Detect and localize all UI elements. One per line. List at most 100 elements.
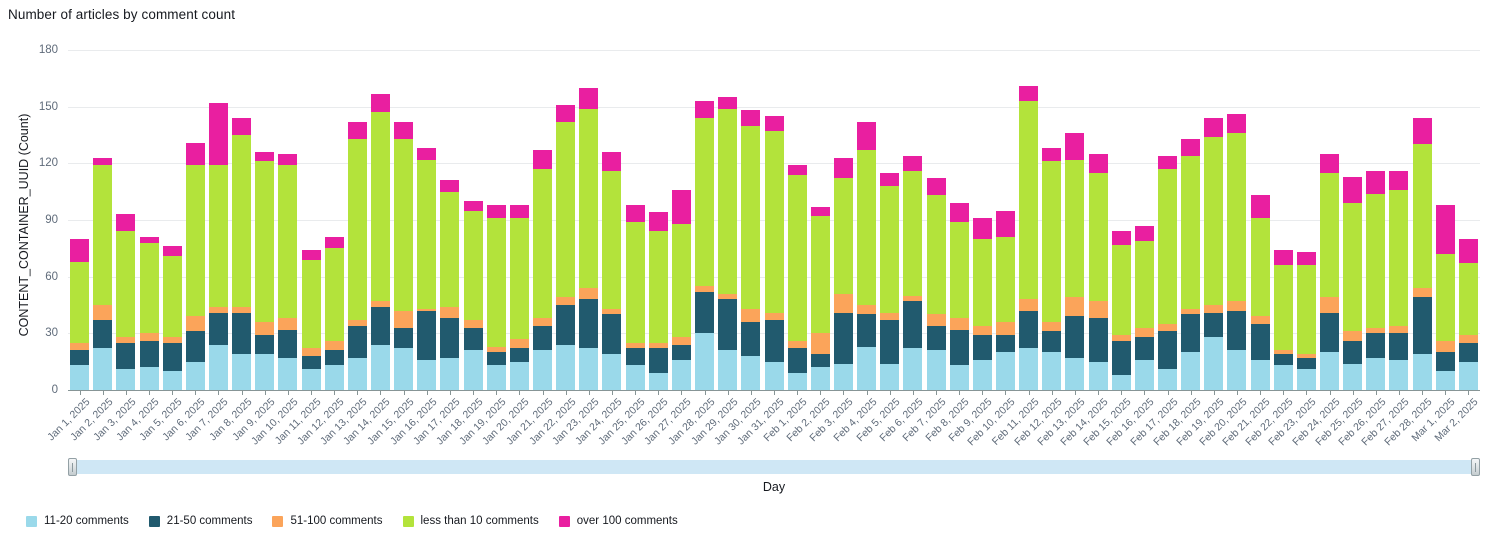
bar-segment[interactable] xyxy=(1019,310,1039,349)
bar-segment[interactable] xyxy=(1343,340,1363,364)
bar-segment[interactable] xyxy=(1389,359,1409,390)
bar-segment[interactable] xyxy=(70,261,90,343)
bar-segment[interactable] xyxy=(93,165,113,306)
bar-segment[interactable] xyxy=(833,157,853,179)
bar-segment[interactable] xyxy=(1250,359,1270,390)
bar-segment[interactable] xyxy=(810,367,830,390)
bar-segment[interactable] xyxy=(1088,361,1108,390)
bar-segment[interactable] xyxy=(533,169,553,319)
bar-segment[interactable] xyxy=(972,335,992,360)
bar-segment[interactable] xyxy=(1042,148,1062,162)
bar-segment[interactable] xyxy=(1065,159,1085,298)
bar-segment[interactable] xyxy=(324,237,344,249)
bar-segment[interactable] xyxy=(1088,153,1108,173)
bar-segment[interactable] xyxy=(903,155,923,171)
bar-segment[interactable] xyxy=(926,314,946,326)
bar-segment[interactable] xyxy=(139,333,159,341)
bar-stack[interactable] xyxy=(162,246,182,390)
bar-stack[interactable] xyxy=(1366,170,1386,390)
bar-segment[interactable] xyxy=(185,165,205,317)
bar-segment[interactable] xyxy=(1158,169,1177,324)
bar-segment[interactable] xyxy=(324,350,344,366)
bar-stack[interactable] xyxy=(833,157,853,390)
legend-item[interactable]: 51-100 comments xyxy=(272,515,383,527)
bar-segment[interactable] xyxy=(718,108,738,294)
bar-segment[interactable] xyxy=(1111,244,1131,336)
bar-segment[interactable] xyxy=(1065,316,1085,358)
bar-segment[interactable] xyxy=(301,369,321,390)
bar-segment[interactable] xyxy=(787,373,807,390)
bar-segment[interactable] xyxy=(556,104,576,122)
bar-segment[interactable] xyxy=(972,325,992,336)
bar-segment[interactable] xyxy=(648,348,668,373)
bar-segment[interactable] xyxy=(1204,118,1224,137)
bar-segment[interactable] xyxy=(394,121,414,139)
bar-segment[interactable] xyxy=(1320,297,1340,313)
bar-segment[interactable] xyxy=(1042,331,1062,353)
bar-segment[interactable] xyxy=(787,340,807,349)
bar-stack[interactable] xyxy=(1343,176,1363,390)
bar-segment[interactable] xyxy=(995,335,1015,353)
bar-stack[interactable] xyxy=(602,152,622,390)
bar-segment[interactable] xyxy=(255,322,275,336)
bar-segment[interactable] xyxy=(533,350,553,390)
bar-segment[interactable] xyxy=(1181,155,1201,309)
bar-segment[interactable] xyxy=(533,325,553,351)
bar-stack[interactable] xyxy=(93,157,113,390)
bar-segment[interactable] xyxy=(463,327,483,351)
bar-segment[interactable] xyxy=(556,297,576,306)
bar-stack[interactable] xyxy=(278,153,298,390)
bar-segment[interactable] xyxy=(139,367,159,390)
bar-segment[interactable] xyxy=(324,365,344,390)
bar-segment[interactable] xyxy=(1296,369,1316,390)
bar-segment[interactable] xyxy=(1435,352,1455,372)
bar-stack[interactable] xyxy=(70,238,90,390)
bar-stack[interactable] xyxy=(324,237,344,390)
bar-stack[interactable] xyxy=(972,218,992,390)
bar-segment[interactable] xyxy=(1111,340,1131,375)
bar-stack[interactable] xyxy=(1435,204,1455,390)
bar-segment[interactable] xyxy=(1065,133,1085,160)
bar-segment[interactable] xyxy=(625,221,645,343)
bar-segment[interactable] xyxy=(324,248,344,341)
bar-segment[interactable] xyxy=(1412,354,1432,390)
bar-stack[interactable] xyxy=(463,201,483,390)
bar-stack[interactable] xyxy=(1019,85,1039,390)
bar-segment[interactable] xyxy=(116,231,136,338)
bar-stack[interactable] xyxy=(1181,138,1201,390)
bar-stack[interactable] xyxy=(1250,195,1270,390)
range-slider-track[interactable] xyxy=(68,460,1480,474)
bar-segment[interactable] xyxy=(1204,312,1224,338)
bar-segment[interactable] xyxy=(370,344,390,390)
bar-stack[interactable] xyxy=(394,121,414,390)
bar-stack[interactable] xyxy=(232,118,252,390)
legend-item[interactable]: 11-20 comments xyxy=(26,515,129,527)
bar-stack[interactable] xyxy=(648,212,668,390)
bar-segment[interactable] xyxy=(1366,357,1386,390)
bar-segment[interactable] xyxy=(833,312,853,364)
bar-segment[interactable] xyxy=(463,210,483,321)
bar-segment[interactable] xyxy=(1320,153,1340,173)
bar-segment[interactable] xyxy=(1435,204,1455,255)
bar-segment[interactable] xyxy=(810,333,830,355)
bar-segment[interactable] xyxy=(463,201,483,211)
bar-segment[interactable] xyxy=(1458,361,1478,390)
bar-segment[interactable] xyxy=(162,342,182,372)
bar-segment[interactable] xyxy=(370,112,390,302)
bar-segment[interactable] xyxy=(208,165,228,307)
bar-segment[interactable] xyxy=(695,291,715,334)
bar-segment[interactable] xyxy=(1435,340,1455,353)
bar-segment[interactable] xyxy=(70,365,90,390)
bar-segment[interactable] xyxy=(1412,288,1432,298)
bar-stack[interactable] xyxy=(1088,153,1108,390)
bar-segment[interactable] xyxy=(810,354,830,368)
bar-segment[interactable] xyxy=(718,97,738,109)
bar-stack[interactable] xyxy=(1134,225,1154,390)
bar-segment[interactable] xyxy=(93,157,113,166)
bar-stack[interactable] xyxy=(301,250,321,390)
bar-segment[interactable] xyxy=(1088,301,1108,319)
bar-segment[interactable] xyxy=(394,310,414,328)
bar-segment[interactable] xyxy=(463,320,483,328)
bar-segment[interactable] xyxy=(1435,371,1455,390)
bar-segment[interactable] xyxy=(1412,118,1432,145)
